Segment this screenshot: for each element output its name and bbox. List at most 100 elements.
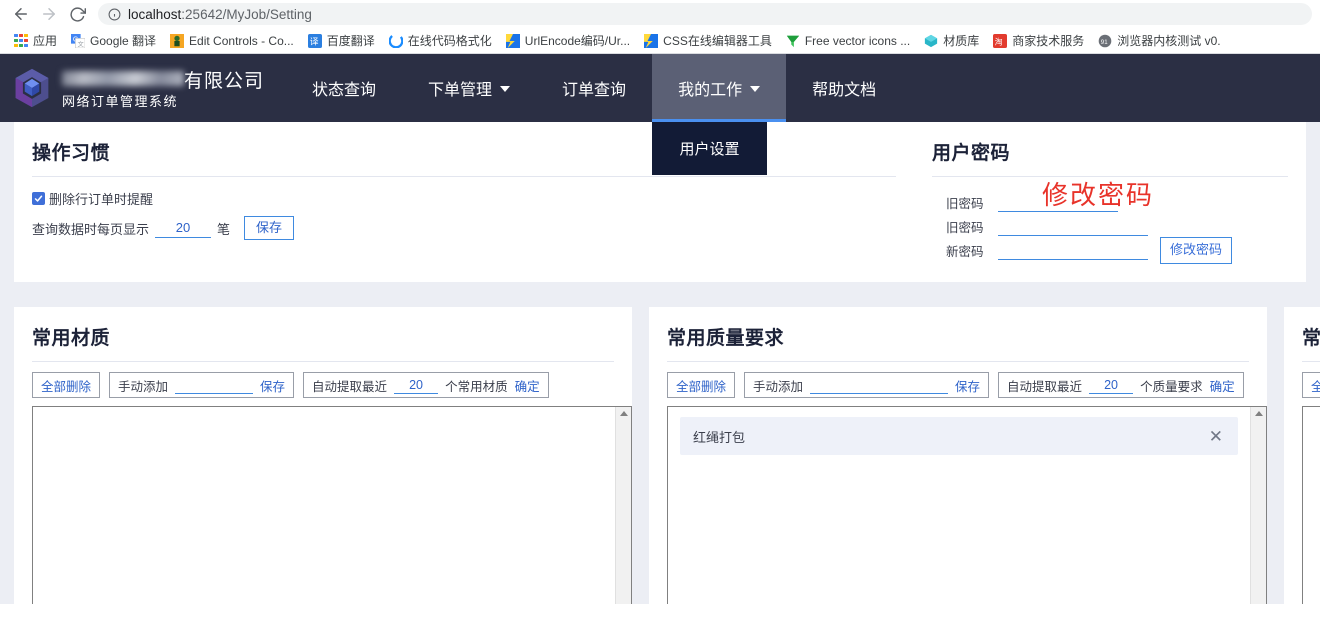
auto-extract-count-input[interactable] — [394, 377, 438, 394]
browser-test-icon: 91 — [1098, 34, 1112, 48]
habit-page-size-row: 查询数据时每页显示 笔 保存 — [32, 216, 914, 240]
close-icon[interactable]: ✕ — [1209, 428, 1223, 445]
delete-all-third-button[interactable]: 全部删 — [1311, 376, 1320, 395]
browser-toolbar: localhost:25642/MyJob/Setting — [0, 0, 1320, 28]
bookmark-baidu-translate[interactable]: 译 百度翻译 — [301, 30, 382, 52]
panel-title-password: 用户密码 — [914, 122, 1306, 176]
manual-add-label: 手动添加 — [118, 376, 168, 395]
panel-title-quality: 常用质量要求 — [649, 307, 1267, 361]
page-size-suffix: 笔 — [217, 219, 230, 238]
checkbox-delete-reminder[interactable] — [32, 192, 45, 205]
page-size-input[interactable] — [155, 219, 211, 238]
change-password-button[interactable]: 修改密码 — [1160, 237, 1232, 263]
panel-title-third: 常用 — [1284, 307, 1320, 361]
bookmark-browser-test[interactable]: 91 浏览器内核测试 v0. — [1091, 30, 1227, 52]
confirm-materials-button[interactable]: 确定 — [515, 376, 540, 395]
reload-icon[interactable] — [64, 1, 90, 27]
bookmark-label: 百度翻译 — [327, 32, 375, 49]
quality-delete-all-group[interactable]: 全部删除 — [667, 372, 735, 398]
company-suffix: 有限公司 — [184, 66, 264, 93]
confirm-quality-button[interactable]: 确定 — [1210, 376, 1235, 395]
bookmark-label: UrlEncode编码/Ur... — [525, 32, 630, 49]
password-row-old-1: 旧密码 — [946, 191, 1306, 214]
delete-all-quality-button[interactable]: 全部删除 — [676, 376, 726, 395]
brand-company-line: 有限公司 — [62, 66, 264, 88]
nav-item-order-management[interactable]: 下单管理 — [402, 54, 536, 122]
scroll-up-icon[interactable] — [620, 411, 628, 416]
panel-common-quality: 常用质量要求 全部删除 手动添加 保存 自动提取最近 个质量要求 确定 — [649, 307, 1267, 604]
dropdown-item-label: 用户设置 — [680, 138, 740, 159]
password-label: 旧密码 — [946, 217, 998, 236]
auto-extract-count-input[interactable] — [1089, 377, 1133, 394]
manual-add-material-input[interactable] — [175, 377, 253, 394]
bookmark-urlencode[interactable]: UrlEncode编码/Ur... — [499, 30, 637, 52]
third-listbox[interactable] — [1302, 406, 1320, 604]
third-toolbar: 全部删 — [1284, 362, 1320, 398]
materials-scrollbar[interactable] — [615, 407, 631, 604]
flaticon-icon — [786, 34, 800, 48]
apps-grid-icon — [14, 34, 28, 48]
materials-delete-all-group[interactable]: 全部删除 — [32, 372, 100, 398]
main-nav: 状态查询 下单管理 订单查询 我的工作 用户设置 帮助文档 — [286, 54, 902, 122]
nav-label: 我的工作 — [678, 76, 742, 100]
app-header: 有限公司 网络订单管理系统 状态查询 下单管理 订单查询 我的工作 用户设置 帮… — [0, 54, 1320, 122]
panel-title-habits: 操作习惯 — [14, 122, 914, 176]
bookmark-merchant-service[interactable]: 淘 商家技术服务 — [986, 30, 1091, 52]
urlencode-icon — [506, 34, 520, 48]
url-path: :25642/MyJob/Setting — [181, 7, 312, 22]
new-password-field[interactable] — [998, 242, 1148, 260]
nav-label: 下单管理 — [428, 76, 492, 100]
panel-common-materials: 常用材质 全部删除 手动添加 保存 自动提取最近 个常用材质 确定 — [14, 307, 632, 604]
old-password-field-1[interactable] — [998, 194, 1118, 212]
quality-scrollbar[interactable] — [1250, 407, 1266, 604]
bottom-row: 常用材质 全部删除 手动添加 保存 自动提取最近 个常用材质 确定 — [0, 307, 1320, 604]
bookmark-label: 在线代码格式化 — [408, 32, 492, 49]
logo-icon — [12, 66, 52, 110]
bookmark-edit-controls[interactable]: Edit Controls - Co... — [163, 30, 301, 52]
password-row-new: 新密码 修改密码 — [946, 239, 1306, 262]
page-size-prefix: 查询数据时每页显示 — [32, 219, 149, 238]
quality-list-area: 红绳打包 ✕ — [668, 407, 1250, 604]
bookmark-css-editor[interactable]: CSS在线编辑器工具 — [637, 30, 779, 52]
redacted-company-name — [62, 71, 184, 86]
bookmark-label: Google 翻译 — [90, 32, 156, 49]
panel-user-password: 用户密码 修改密码 旧密码 旧密码 新密码 修改密码 — [914, 122, 1306, 282]
old-password-field-2[interactable] — [998, 218, 1148, 236]
brand: 有限公司 网络订单管理系统 — [0, 54, 264, 122]
nav-item-order-query[interactable]: 订单查询 — [536, 54, 652, 122]
bookmark-google-translate[interactable]: G 文 Google 翻译 — [64, 30, 163, 52]
nav-label: 状态查询 — [312, 76, 376, 100]
nav-item-status-query[interactable]: 状态查询 — [286, 54, 402, 122]
bookmark-material-library[interactable]: 材质库 — [917, 30, 986, 52]
forward-arrow-icon[interactable] — [36, 1, 62, 27]
bookmark-code-format[interactable]: 在线代码格式化 — [382, 30, 499, 52]
nav-item-my-work[interactable]: 我的工作 用户设置 — [652, 54, 786, 122]
bookmark-label: Free vector icons ... — [805, 34, 910, 48]
info-circle-icon[interactable] — [108, 8, 121, 21]
manual-add-quality-input[interactable] — [810, 377, 948, 394]
list-item[interactable]: 红绳打包 ✕ — [680, 417, 1238, 455]
nav-item-help-doc[interactable]: 帮助文档 — [786, 54, 902, 122]
third-delete-all-group[interactable]: 全部删 — [1302, 372, 1320, 398]
panel-operation-habits: 操作习惯 删除行订单时提醒 查询数据时每页显示 笔 保存 — [14, 122, 914, 282]
bookmark-apps[interactable]: 应用 — [7, 30, 64, 52]
svg-text:淘: 淘 — [995, 36, 1003, 46]
scroll-up-icon[interactable] — [1255, 411, 1263, 416]
page-body: 操作习惯 删除行订单时提醒 查询数据时每页显示 笔 保存 用户密码 — [0, 122, 1320, 604]
quality-listbox[interactable]: 红绳打包 ✕ — [667, 406, 1267, 604]
save-material-button[interactable]: 保存 — [260, 376, 285, 395]
back-arrow-icon[interactable] — [8, 1, 34, 27]
dropdown-item-user-settings[interactable]: 用户设置 — [652, 122, 767, 175]
bookmark-flaticon[interactable]: Free vector icons ... — [779, 30, 917, 52]
address-bar[interactable]: localhost:25642/MyJob/Setting — [98, 3, 1312, 25]
habit-reminder-row[interactable]: 删除行订单时提醒 — [32, 189, 914, 208]
auto-extract-prefix: 自动提取最近 — [312, 376, 387, 395]
delete-all-materials-button[interactable]: 全部删除 — [41, 376, 91, 395]
save-habits-button[interactable]: 保存 — [244, 216, 294, 240]
material-library-icon — [924, 34, 938, 48]
svg-text:91: 91 — [1101, 39, 1108, 46]
password-label: 新密码 — [946, 241, 998, 260]
materials-listbox[interactable] — [32, 406, 632, 604]
url-text: localhost:25642/MyJob/Setting — [128, 7, 312, 22]
save-quality-button[interactable]: 保存 — [955, 376, 980, 395]
